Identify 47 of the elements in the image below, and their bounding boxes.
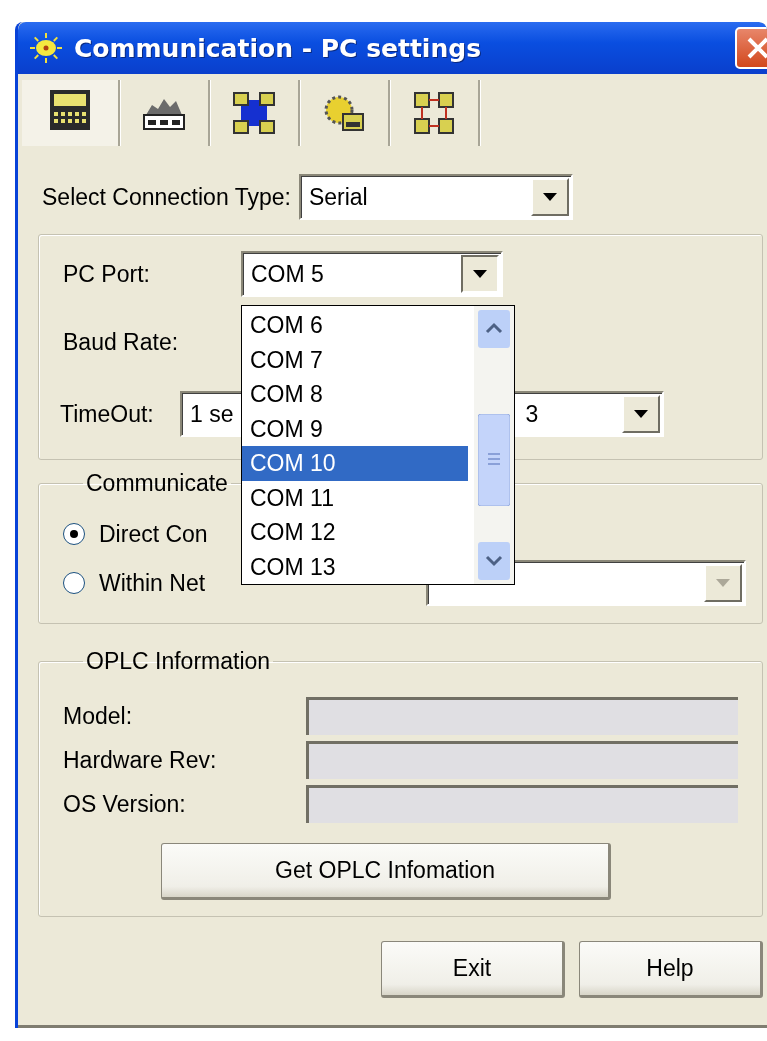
radio-label: Direct Con [99, 520, 208, 548]
tab[interactable] [22, 80, 120, 146]
radio-button[interactable] [63, 572, 85, 594]
readonly-field[interactable] [306, 741, 738, 779]
group-title: Communicate [85, 470, 229, 497]
list-option[interactable]: COM 7 [242, 342, 468, 377]
radio-button[interactable] [63, 523, 85, 545]
dropdown-value: 3 [525, 400, 539, 428]
list-option[interactable]: COM 13 [242, 549, 468, 584]
get-info-button[interactable]: Get OPLC Infomation [161, 843, 611, 900]
close-icon [746, 36, 767, 60]
scroll-thumb[interactable] [478, 414, 510, 506]
dropdown-value: Serial [308, 183, 368, 211]
field-label: OS Version: [63, 790, 187, 818]
field-label: Hardware Rev: [63, 746, 218, 774]
sun-icon [28, 32, 64, 64]
window-title: Communication - PC settings [74, 33, 481, 63]
readonly-field[interactable] [306, 697, 738, 735]
list-option[interactable]: COM 9 [242, 411, 468, 446]
list-option[interactable]: COM 8 [242, 377, 468, 412]
network-icon [231, 90, 277, 136]
caret-icon [542, 193, 557, 201]
scrollbar[interactable] [474, 306, 514, 584]
list-option[interactable]: COM 10 [242, 446, 468, 481]
field-label: TimeOut: [60, 400, 155, 428]
caret-icon [473, 270, 487, 278]
field-label: Select Connection Type: [42, 183, 291, 211]
field-label: PC Port: [63, 260, 151, 288]
readonly-field[interactable] [306, 785, 738, 823]
radio-label: Within Net [99, 569, 206, 597]
caret-icon [716, 579, 730, 587]
dropdown-value: 1 se [190, 400, 234, 428]
dialog-button[interactable]: Help [579, 941, 763, 998]
keypad-icon [48, 88, 92, 132]
group-title: OPLC Information [85, 648, 272, 675]
list-option[interactable]: COM 6 [242, 308, 468, 343]
scroll-up-icon[interactable] [478, 310, 510, 348]
field-label: Model: [63, 702, 134, 730]
scroll-down-icon[interactable] [478, 542, 510, 580]
field-label: Baud Rate: [63, 328, 179, 356]
linked-devices-icon [413, 90, 455, 136]
list-option[interactable]: COM 12 [242, 515, 468, 550]
caret-icon [634, 410, 648, 418]
connection-type-dropdown[interactable]: Serial [298, 174, 573, 220]
dialog-button[interactable]: Exit [381, 941, 565, 998]
list-option[interactable]: COM 11 [242, 480, 468, 515]
dropdown-value: COM 5 [251, 260, 324, 288]
